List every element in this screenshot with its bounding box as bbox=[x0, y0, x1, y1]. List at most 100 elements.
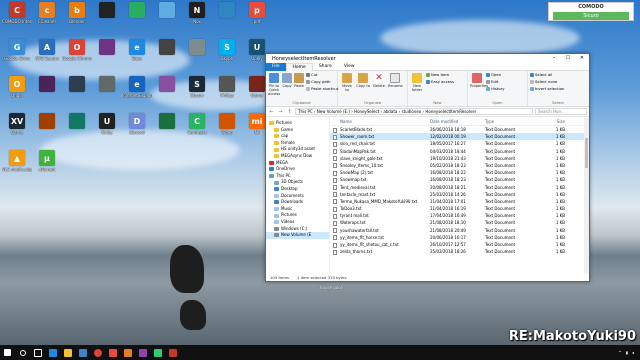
copy-path-button[interactable]: Copy path bbox=[306, 79, 338, 85]
taskbar-store[interactable] bbox=[75, 345, 90, 360]
tab-file[interactable]: File bbox=[266, 62, 286, 71]
move-to-button[interactable]: Move to bbox=[340, 72, 354, 92]
open-button[interactable]: Open bbox=[486, 72, 505, 78]
taskbar-app[interactable] bbox=[150, 345, 165, 360]
tray-chevron-icon[interactable]: ^ bbox=[618, 350, 621, 355]
desktop-icon[interactable]: c CCleaner bbox=[32, 2, 62, 36]
tab-share[interactable]: Share bbox=[313, 63, 338, 71]
delete-button[interactable]: ✕ Delete bbox=[372, 72, 386, 88]
desktop-icon[interactable] bbox=[92, 76, 122, 110]
start-button[interactable] bbox=[0, 345, 15, 360]
file-row[interactable]: skin_red_chair.txt 18/05/2017 16:27 Text D… bbox=[330, 140, 589, 147]
nav-item[interactable]: Documents bbox=[266, 193, 329, 200]
nav-item[interactable]: cap bbox=[266, 133, 329, 140]
desktop-icon[interactable] bbox=[182, 39, 212, 73]
column-size[interactable]: Size bbox=[535, 118, 565, 125]
desktop-icon[interactable]: G Google Drive bbox=[2, 39, 32, 73]
taskbar-app[interactable] bbox=[165, 345, 180, 360]
cut-button[interactable]: Cut bbox=[306, 72, 338, 78]
file-row[interactable]: ScarletBlade.txt 26/06/2018 18:18 Text Doc… bbox=[330, 126, 589, 133]
desktop-icon[interactable] bbox=[62, 113, 92, 147]
desktop-icon[interactable] bbox=[152, 39, 182, 73]
column-date[interactable]: Date modified bbox=[430, 118, 485, 125]
easy-access-button[interactable]: Easy access bbox=[426, 79, 454, 85]
file-row[interactable]: SladanMapPak.txt 04/03/2018 18:44 Text Doc… bbox=[330, 148, 589, 155]
file-row[interactable]: tentacle_mast.txt 25/03/2018 14:26 Text Do… bbox=[330, 191, 589, 198]
tab-home[interactable]: Home bbox=[285, 62, 313, 71]
taskbar-search[interactable] bbox=[15, 345, 30, 360]
close-button[interactable]: ✕ bbox=[575, 54, 589, 63]
pin-quick-access-button[interactable]: Pin to Quick access bbox=[268, 72, 280, 96]
desktop-icon[interactable] bbox=[122, 2, 152, 36]
desktop-icon[interactable]: CCOMODO Internet Sec bbox=[2, 2, 32, 36]
desktop-icon[interactable]: p pdf bbox=[242, 2, 272, 36]
desktop-icon[interactable]: A AVG Secure bbox=[32, 39, 62, 73]
minimize-button[interactable]: – bbox=[547, 54, 561, 63]
file-row[interactable]: yy_items_fit_shetou_cat_s.txt 26/10/2017 … bbox=[330, 241, 589, 248]
desktop-icon[interactable]: S Skype bbox=[212, 39, 242, 73]
select-all-button[interactable]: Select all bbox=[530, 72, 564, 78]
nav-item[interactable]: MEGAsync Dow bbox=[266, 153, 329, 160]
maximize-button[interactable]: ☐ bbox=[561, 54, 575, 63]
taskbar-app[interactable] bbox=[105, 345, 120, 360]
nav-item[interactable]: HS unity3d asset bbox=[266, 146, 329, 153]
desktop-icon[interactable]: b Blender bbox=[62, 2, 92, 36]
tray-volume-icon[interactable]: ◂ bbox=[632, 350, 634, 355]
history-button[interactable]: History bbox=[486, 86, 505, 92]
desktop-icon[interactable]: C Camtasia bbox=[182, 113, 212, 147]
desktop-icon[interactable] bbox=[32, 76, 62, 110]
nav-item[interactable]: Pictures bbox=[266, 212, 329, 219]
desktop-icon[interactable] bbox=[92, 2, 122, 36]
file-row[interactable]: zelda_thorns.txt 25/03/2018 18:26 Text Doc… bbox=[330, 248, 589, 255]
new-folder-button[interactable]: New folder bbox=[410, 72, 424, 92]
up-arrow-icon[interactable]: ↑ bbox=[286, 109, 293, 115]
desktop-icon[interactable]: Video bbox=[212, 113, 242, 147]
desktop-icon[interactable]: U Unity bbox=[92, 113, 122, 147]
paste-shortcut-button[interactable]: Paste shortcut bbox=[306, 86, 338, 92]
select-none-button[interactable]: Select none bbox=[530, 79, 564, 85]
copy-to-button[interactable]: Copy to bbox=[356, 72, 370, 88]
file-row[interactable]: SnowMap (2).txt 16/08/2018 18:22 Text Docu… bbox=[330, 169, 589, 176]
desktop-icon[interactable]: N Nox bbox=[182, 2, 212, 36]
file-row[interactable]: Terme_Nukasa_MMD_MakotoYuki90.txt 11/04/2… bbox=[330, 198, 589, 205]
forward-arrow-icon[interactable]: → bbox=[277, 109, 284, 115]
task-view-button[interactable] bbox=[30, 345, 45, 360]
desktop-icon[interactable]: μ uTorrent bbox=[32, 150, 62, 184]
desktop-icon[interactable]: XV Game bbox=[2, 113, 32, 147]
desktop-icon[interactable]: O Google Chrome bbox=[62, 39, 92, 73]
vertical-scrollbar[interactable] bbox=[584, 118, 589, 274]
nav-item[interactable]: New Volume (E bbox=[266, 232, 329, 239]
column-type[interactable]: Type bbox=[485, 118, 535, 125]
nav-item[interactable]: Desktop bbox=[266, 186, 329, 193]
taskbar-chrome[interactable] bbox=[90, 345, 105, 360]
nav-item[interactable]: female bbox=[266, 140, 329, 147]
edit-button[interactable]: Edit bbox=[486, 79, 505, 85]
invert-selection-button[interactable]: Invert selection bbox=[530, 86, 564, 92]
column-name[interactable]: Name bbox=[330, 118, 430, 125]
desktop-icon[interactable]: Philips bbox=[212, 76, 242, 110]
nav-item[interactable]: MEGA bbox=[266, 160, 329, 167]
desktop-icon[interactable]: S Steam bbox=[182, 76, 212, 110]
file-row[interactable]: youshawaterfall.txt 21/08/2018 20:49 Text … bbox=[330, 227, 589, 234]
path-input[interactable]: This PC › New Volume (E:) › HoneySelect … bbox=[295, 108, 533, 115]
file-row[interactable]: yy_items_fit_horse.txt 20/06/2018 16:17 Te… bbox=[330, 234, 589, 241]
nav-item[interactable]: Music bbox=[266, 206, 329, 213]
taskbar-explorer[interactable] bbox=[60, 345, 75, 360]
file-row[interactable]: slave_knight_gale.txt 19/10/2018 21:43 Tex… bbox=[330, 155, 589, 162]
comodo-widget[interactable]: COMODO Sicuro bbox=[548, 2, 634, 21]
file-row[interactable]: Snooley_Items_10.txt 05/02/2018 18:23 Text… bbox=[330, 162, 589, 169]
file-row[interactable]: Shower_room.txt 12/02/2018 00:19 Text Docu… bbox=[330, 133, 589, 141]
desktop-icon[interactable]: O Origin bbox=[2, 76, 32, 110]
new-item-button[interactable]: New item bbox=[426, 72, 454, 78]
nav-item[interactable]: Downloads bbox=[266, 199, 329, 206]
tab-view[interactable]: View bbox=[338, 63, 361, 71]
nav-item[interactable]: 3D Objects bbox=[266, 179, 329, 186]
file-row[interactable]: Waterops.txt 21/08/2018 18:10 Text Documen… bbox=[330, 219, 589, 226]
taskbar-edge[interactable] bbox=[45, 345, 60, 360]
nav-item[interactable]: Pictures bbox=[266, 120, 329, 127]
file-row[interactable]: tyrant mall.txt 17/04/2018 16:49 Text Docu… bbox=[330, 212, 589, 219]
nav-item[interactable]: This PC bbox=[266, 173, 329, 180]
desktop-icon[interactable]: ▲VLC media player bbox=[2, 150, 32, 184]
paste-button[interactable]: Paste bbox=[294, 72, 305, 88]
tray-network-icon[interactable]: ▮ bbox=[626, 350, 628, 355]
